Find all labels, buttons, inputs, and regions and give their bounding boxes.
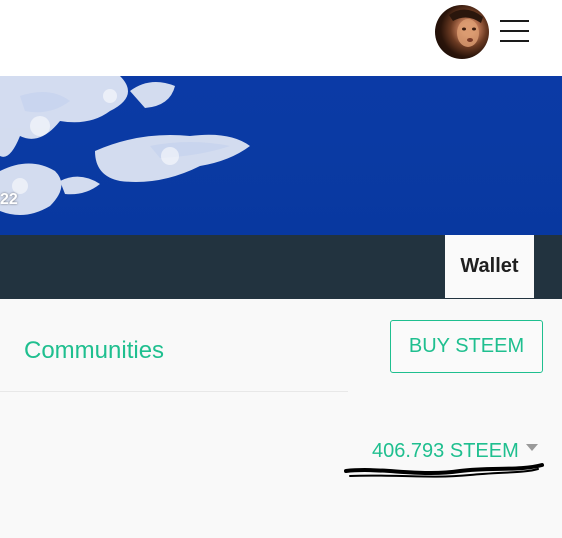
- hand-drawn-underline: [344, 463, 544, 478]
- top-header: [0, 0, 562, 76]
- tab-wallet[interactable]: Wallet: [445, 235, 534, 298]
- user-avatar[interactable]: [435, 5, 489, 59]
- profile-cover-image: 22: [0, 76, 562, 235]
- caret-down-icon: [525, 444, 538, 451]
- buy-steem-button[interactable]: BUY STEEM: [390, 320, 543, 373]
- profile-nav-bar: Wallet: [0, 235, 562, 299]
- hamburger-menu-icon[interactable]: [500, 19, 529, 43]
- section-divider: [0, 391, 348, 392]
- cover-partial-text: 22: [0, 191, 18, 208]
- communities-link[interactable]: Communities: [24, 337, 164, 365]
